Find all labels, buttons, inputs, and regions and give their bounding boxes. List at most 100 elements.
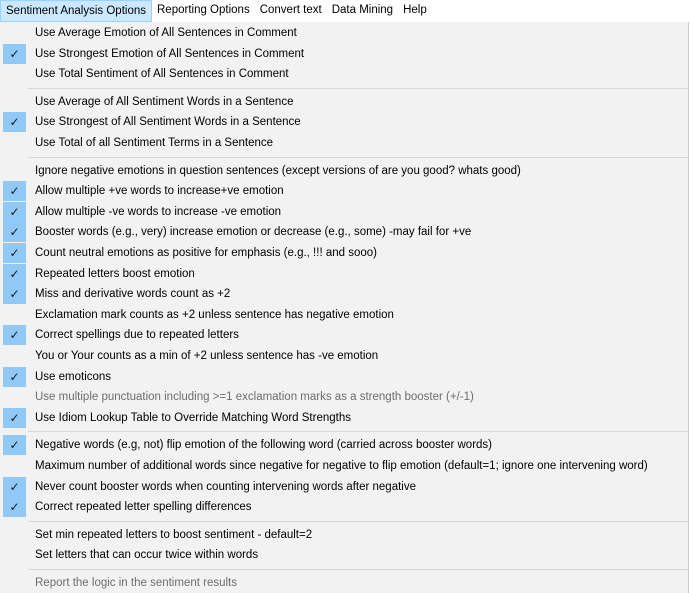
checkmark-cell: ✓: [3, 201, 26, 222]
menu-item-label: Never count booster words when counting …: [35, 480, 416, 493]
menu-item[interactable]: Exclamation mark counts as +2 unless sen…: [0, 305, 688, 325]
menu-item[interactable]: ✓ Booster words (e.g., very) increase emo…: [0, 222, 688, 243]
menu-item[interactable]: ✓ Negative words (e.g, not) flip emotion …: [0, 435, 688, 456]
menu-item-label: Set min repeated letters to boost sentim…: [35, 528, 313, 541]
checkmark-cell: [3, 23, 26, 43]
menu-item-label: Count neutral emotions as positive for e…: [35, 247, 377, 259]
checkmark-cell: ✓: [3, 284, 26, 305]
checkmark-icon: ✓: [9, 266, 20, 281]
menu-item[interactable]: ✓ Count neutral emotions as positive for …: [0, 243, 688, 263]
menu-item[interactable]: ✓ Use Strongest of All Sentiment Words in…: [0, 112, 688, 133]
checkmark-icon: ✓: [9, 115, 20, 130]
menu-item: Use multiple punctuation including >=1 e…: [0, 387, 688, 407]
menu-item[interactable]: Use Total Sentiment of All Sentences in …: [0, 64, 688, 84]
menu-separator: [28, 520, 688, 522]
checkmark-cell: [3, 305, 26, 325]
checkmark-cell: ✓: [3, 407, 26, 428]
checkmark-icon: ✓: [9, 410, 20, 425]
checkmark-icon: ✓: [9, 184, 20, 199]
menu-item[interactable]: ✓ Allow multiple +ve words to increase+ve…: [0, 181, 688, 202]
menu-item-label: Allow multiple +ve words to increase+ve …: [35, 185, 284, 198]
checkmark-icon: ✓: [9, 438, 20, 453]
menu-item[interactable]: ✓ Use Idiom Lookup Table to Override Matc…: [0, 407, 688, 428]
menu-item-label: Use Total Sentiment of All Sentences in …: [35, 68, 289, 81]
menu-item[interactable]: ✓ Use Strongest Emotion of All Sentences …: [0, 43, 688, 64]
checkmark-cell: [3, 133, 26, 153]
checkmark-cell: ✓: [3, 435, 26, 456]
checkmark-cell: [3, 573, 26, 593]
menu-item-label: Miss and derivative words count as +2: [35, 288, 231, 301]
menu-item-label: Set letters that can occur twice within …: [35, 549, 259, 562]
checkmark-cell: ✓: [3, 112, 26, 133]
menu-item[interactable]: Set letters that can occur twice within …: [0, 545, 688, 565]
checkmark-cell: ✓: [3, 181, 26, 202]
checkmark-icon: ✓: [9, 225, 20, 240]
menu-item-label: Correct spellings due to repeated letter…: [35, 329, 239, 342]
menu-separator: [28, 156, 688, 158]
menu-item-label: Negative words (e.g, not) flip emotion o…: [35, 439, 493, 452]
checkmark-cell: [3, 456, 26, 476]
checkmark-icon: ✓: [9, 46, 20, 61]
menu-item-label: Ignore negative emotions in question sen…: [35, 164, 521, 177]
menu-convert-text[interactable]: Convert text: [255, 0, 327, 22]
menu-bar: Sentiment Analysis Options Reporting Opt…: [0, 0, 690, 22]
menu-data-mining[interactable]: Data Mining: [327, 0, 398, 22]
checkmark-cell: ✓: [3, 222, 26, 243]
menu-item[interactable]: Ignore negative emotions in question sen…: [0, 161, 688, 181]
menu-item[interactable]: ✓ Allow multiple -ve words to increase -v…: [0, 201, 688, 222]
menu-item-label: Correct repeated letter spelling differe…: [35, 501, 252, 514]
menu-reporting-options[interactable]: Reporting Options: [152, 0, 255, 22]
menu-item-label: Use Average Emotion of All Sentences in …: [35, 27, 297, 39]
menu-item[interactable]: Maximum number of additional words since…: [0, 456, 688, 476]
sentiment-options-dropdown: Use Average Emotion of All Sentences in …: [0, 22, 689, 593]
menu-item[interactable]: ✓ Use emoticons: [0, 366, 688, 387]
checkmark-cell: [3, 525, 26, 545]
menu-item-label: Use multiple punctuation including >=1 e…: [35, 391, 474, 404]
menu-item[interactable]: ✓ Never count booster words when counting…: [0, 476, 688, 497]
menu-item[interactable]: ✓ Correct spellings due to repeated lette…: [0, 325, 688, 346]
menu-item-label: Booster words (e.g., very) increase emot…: [35, 226, 472, 239]
checkmark-cell: ✓: [3, 243, 26, 263]
menu-item-label: Exclamation mark counts as +2 unless sen…: [35, 308, 394, 321]
menu-item[interactable]: You or Your counts as a min of +2 unless…: [0, 346, 688, 366]
checkmark-icon: ✓: [9, 369, 20, 384]
checkmark-cell: ✓: [3, 263, 26, 284]
menu-item[interactable]: Use Average Emotion of All Sentences in …: [0, 23, 688, 43]
menu-item[interactable]: ✓ Miss and derivative words count as +2: [0, 284, 688, 305]
menu-item[interactable]: ✓ Correct repeated letter spelling differ…: [0, 497, 688, 518]
checkmark-cell: [3, 387, 26, 407]
menu-item-label: Use emoticons: [35, 370, 112, 383]
menu-separator: [28, 431, 688, 433]
checkmark-cell: ✓: [3, 325, 26, 346]
menu-item-label: Allow multiple -ve words to increase -ve…: [35, 205, 282, 218]
menu-item[interactable]: Set min repeated letters to boost sentim…: [0, 525, 688, 545]
checkmark-icon: ✓: [9, 328, 20, 343]
checkmark-cell: ✓: [3, 43, 26, 64]
menu-separator: [28, 87, 688, 89]
checkmark-icon: ✓: [9, 246, 20, 260]
menu-item-label: Use Total of all Sentiment Terms in a Se…: [35, 137, 274, 149]
menu-item-label: Repeated letters boost emotion: [35, 267, 195, 280]
menu-item-label: Use Idiom Lookup Table to Override Match…: [35, 411, 351, 424]
menu-item-label: Use Average of All Sentiment Words in a …: [35, 95, 294, 108]
checkmark-cell: [3, 161, 26, 181]
checkmark-icon: ✓: [9, 287, 20, 302]
menu-item[interactable]: Use Total of all Sentiment Terms in a Se…: [0, 133, 688, 153]
checkmark-icon: ✓: [9, 204, 20, 219]
menu-help[interactable]: Help: [398, 0, 432, 22]
checkmark-cell: [3, 92, 26, 112]
menu-item-label: You or Your counts as a min of +2 unless…: [35, 350, 379, 362]
menu-item-label: Report the logic in the sentiment result…: [35, 577, 237, 589]
checkmark-cell: ✓: [3, 476, 26, 497]
checkmark-cell: [3, 346, 26, 366]
checkmark-cell: [3, 545, 26, 565]
menu-item[interactable]: Use Average of All Sentiment Words in a …: [0, 92, 688, 112]
checkmark-cell: ✓: [3, 366, 26, 387]
menu-item-label: Maximum number of additional words since…: [35, 460, 648, 472]
menu-sentiment-analysis-options[interactable]: Sentiment Analysis Options: [0, 0, 152, 22]
menu-item: Report the logic in the sentiment result…: [0, 573, 688, 593]
checkmark-icon: ✓: [9, 500, 20, 515]
menu-item[interactable]: ✓ Repeated letters boost emotion: [0, 263, 688, 284]
checkmark-cell: ✓: [3, 497, 26, 518]
checkmark-icon: ✓: [9, 479, 20, 494]
